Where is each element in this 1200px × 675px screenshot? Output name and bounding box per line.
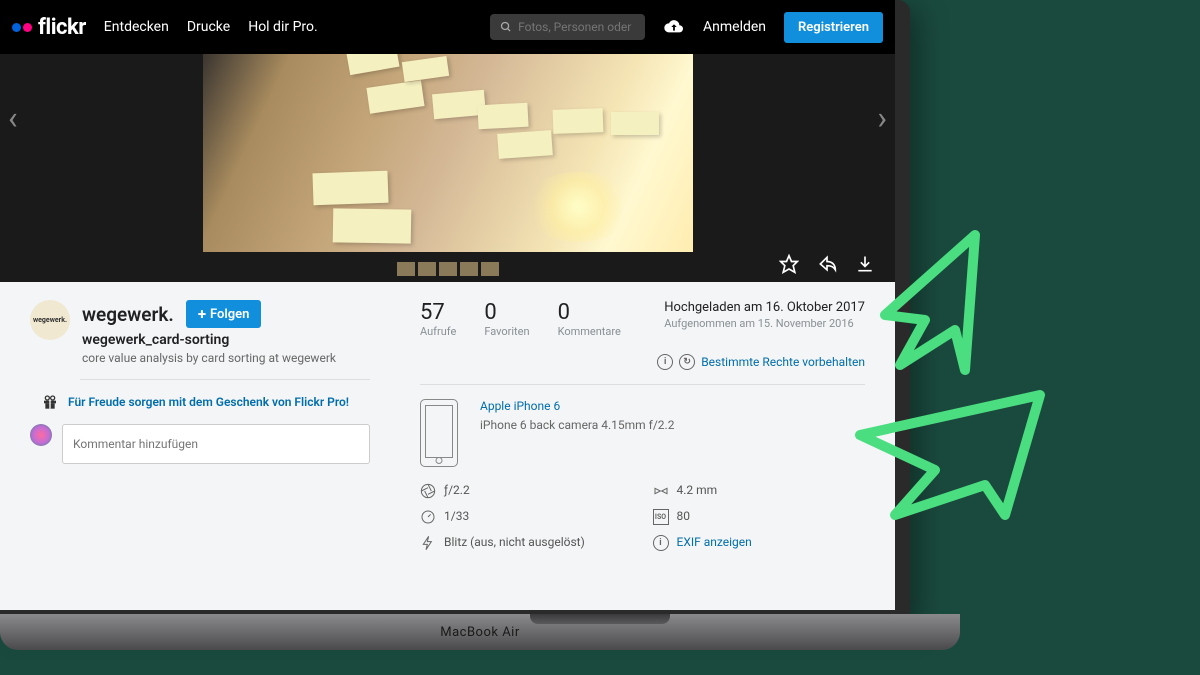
search-input[interactable] (518, 20, 635, 34)
aperture-icon (420, 483, 436, 499)
iso-icon: ISO (653, 509, 669, 525)
next-photo-arrow[interactable]: › (877, 99, 887, 137)
nav-getpro[interactable]: Hol dir Pro. (248, 19, 317, 35)
exif-aperture: ƒ/2.2 (444, 483, 470, 497)
uploaded-date: Hochgeladen am 16. Oktober 2017 (664, 300, 865, 315)
comments-count: 0 (558, 300, 621, 325)
photo-actions (779, 254, 875, 274)
laptop-frame: flickr Entdecken Drucke Hol dir Pro. Anm… (0, 0, 910, 620)
follow-button[interactable]: + Folgen (186, 300, 262, 328)
info-icon: i (653, 535, 669, 551)
stats: 57 Aufrufe 0 Favoriten 0 Kommentare (420, 300, 621, 338)
share-icon[interactable] (817, 254, 837, 274)
exif-flash: Blitz (aus, nicht ausgelöst) (444, 535, 585, 549)
content-area: wegewerk. wegewerk. + Folgen wegewerk_ca… (0, 282, 895, 569)
focal-icon (653, 483, 669, 499)
thumbnail[interactable] (439, 262, 457, 276)
gift-icon (42, 394, 58, 410)
laptop-base: MacBook Air (0, 614, 960, 650)
views-count: 57 (420, 300, 456, 325)
photo-viewer: ‹ › (0, 54, 895, 282)
current-user-avatar[interactable] (30, 424, 52, 446)
top-navbar: flickr Entdecken Drucke Hol dir Pro. Anm… (0, 0, 895, 54)
nav-prints[interactable]: Drucke (187, 19, 230, 35)
camera-lens: iPhone 6 back camera 4.15mm f/2.2 (480, 417, 674, 434)
upload-cloud-icon[interactable] (663, 18, 685, 36)
exif-focal: 4.2 mm (677, 483, 718, 497)
views-label: Aufrufe (420, 325, 456, 338)
photo-title: wegewerk_card-sorting (82, 332, 370, 348)
thumbnail[interactable] (397, 262, 415, 276)
faves-count: 0 (484, 300, 529, 325)
flash-icon (420, 535, 436, 551)
exif-shutter: 1/33 (444, 509, 469, 523)
register-button[interactable]: Registrieren (784, 12, 883, 43)
author-avatar[interactable]: wegewerk. (30, 300, 70, 340)
author-name[interactable]: wegewerk. (82, 303, 174, 326)
comment-input[interactable] (62, 424, 370, 464)
logo-text: flickr (38, 15, 86, 40)
thumbnail[interactable] (460, 262, 478, 276)
laptop-label: MacBook Air (440, 625, 520, 640)
phone-icon (420, 399, 458, 467)
thumbnail[interactable] (418, 262, 436, 276)
main-photo[interactable] (203, 54, 693, 252)
search-box[interactable] (490, 14, 645, 40)
photo-description: core value analysis by card sorting at w… (82, 351, 370, 365)
star-icon[interactable] (779, 254, 799, 274)
show-exif-link[interactable]: EXIF anzeigen (677, 535, 752, 549)
thumbnail-strip (397, 262, 499, 276)
nav-explore[interactable]: Entdecken (104, 19, 169, 35)
login-link[interactable]: Anmelden (703, 19, 766, 35)
faves-label: Favoriten (484, 325, 529, 338)
search-icon (500, 20, 512, 34)
flickr-logo[interactable]: flickr (12, 15, 86, 40)
laptop-notch (530, 614, 670, 624)
browser-screen: flickr Entdecken Drucke Hol dir Pro. Anm… (0, 0, 895, 610)
camera-model-link[interactable]: Apple iPhone 6 (480, 399, 674, 413)
taken-date: Aufgenommen am 15. November 2016 (664, 317, 865, 330)
download-icon[interactable] (855, 254, 875, 274)
comments-label: Kommentare (558, 325, 621, 338)
license-link[interactable]: Bestimmte Rechte vorbehalten (701, 355, 865, 369)
thumbnail[interactable] (481, 262, 499, 276)
exif-iso: 80 (677, 509, 691, 523)
cc-sa-icon: ↻ (679, 354, 695, 370)
cc-by-icon: i (657, 354, 673, 370)
shutter-icon (420, 509, 436, 525)
follow-label: Folgen (210, 307, 249, 322)
gift-pro-link[interactable]: Für Freude sorgen mit dem Geschenk von F… (68, 395, 349, 409)
prev-photo-arrow[interactable]: ‹ (8, 99, 18, 137)
